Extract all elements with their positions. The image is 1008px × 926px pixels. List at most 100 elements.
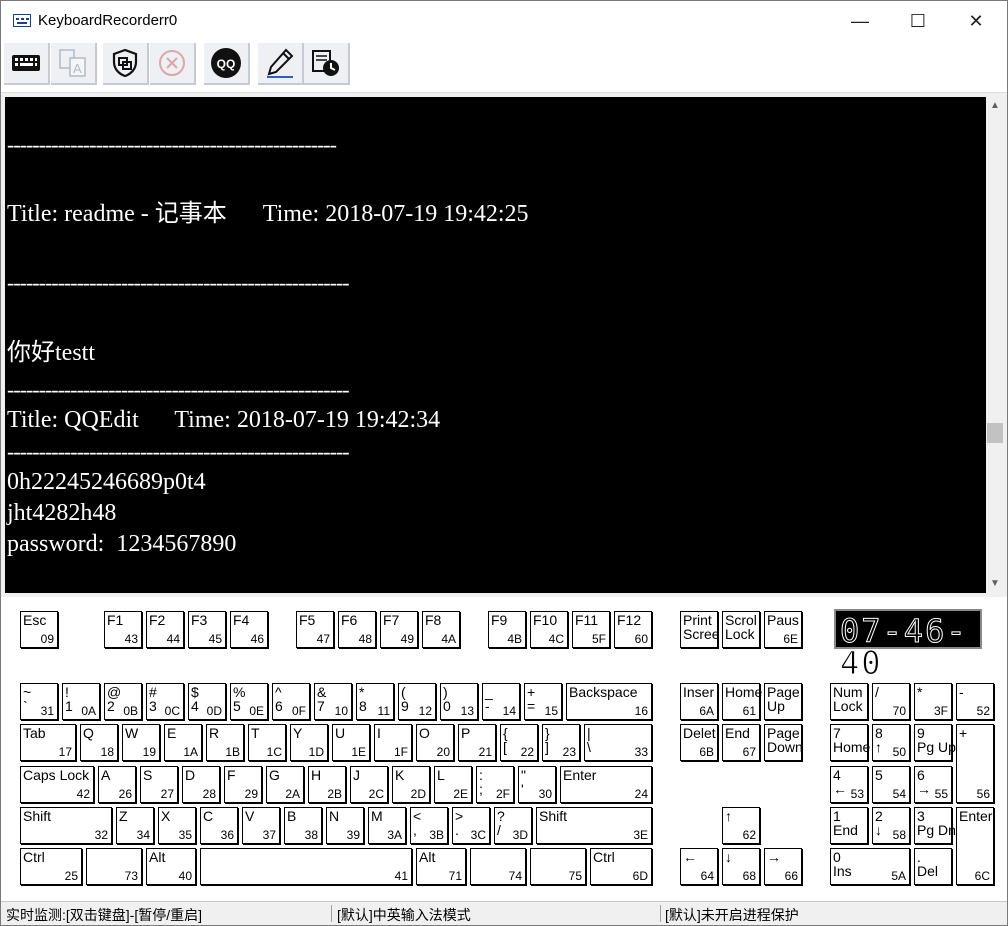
key-f10-4c[interactable]: F10 4C — [530, 611, 568, 648]
key-a-26[interactable]: A 26 — [98, 766, 136, 803]
key-f8-4a[interactable]: F8 4A — [422, 611, 460, 648]
qq-button[interactable]: QQ — [204, 43, 250, 85]
minimize-button[interactable]: — — [831, 1, 889, 41]
key-5-54[interactable]: 5 54 — [872, 766, 910, 803]
key-m-3a[interactable]: M 3A — [368, 807, 406, 844]
key-d-28[interactable]: D 28 — [182, 766, 220, 803]
key-blank-15[interactable]: + = 15 — [524, 683, 562, 720]
key-blank-33[interactable]: | \ 33 — [584, 724, 652, 761]
log-console[interactable]: ----------------------------------------… — [5, 97, 986, 593]
key-f2-44[interactable]: F2 44 — [146, 611, 184, 648]
title-bar[interactable]: KeyboardRecorderr0 — ☐ ✕ — [1, 1, 1007, 41]
scrollbar-thumb[interactable] — [987, 423, 1003, 443]
console-scrollbar[interactable]: ▲ ▼ — [986, 97, 1004, 593]
key-f1-43[interactable]: F1 43 — [104, 611, 142, 648]
key-8-50[interactable]: 8 ↑ 50 — [872, 724, 910, 761]
key-f4-46[interactable]: F4 46 — [230, 611, 268, 648]
key-f11-5f[interactable]: F11 5F — [572, 611, 610, 648]
key-f9-4b[interactable]: F9 4B — [488, 611, 526, 648]
key-blank-62[interactable]: ↑ 62 — [722, 807, 760, 844]
key-k-2d[interactable]: K 2D — [392, 766, 430, 803]
key-esc-09[interactable]: Esc 09 — [20, 611, 58, 648]
key-blank-66[interactable]: → 66 — [764, 848, 802, 885]
key-blank-75[interactable]: 75 — [530, 848, 586, 885]
key-page-down[interactable]: Page Down — [764, 724, 803, 761]
key-y-1d[interactable]: Y 1D — [290, 724, 328, 761]
key-inser-6a[interactable]: Inser 6A — [680, 683, 718, 720]
key-blank-31[interactable]: ~ ` 31 — [20, 683, 58, 720]
key-enter-24[interactable]: Enter 24 — [560, 766, 652, 803]
key-delet-6b[interactable]: Delet 6B — [680, 724, 718, 761]
key-blank-68[interactable]: ↓ 68 — [722, 848, 760, 885]
key-blank-64[interactable]: ← 64 — [680, 848, 718, 885]
key-g-2a[interactable]: G 2A — [266, 766, 304, 803]
key-0-13[interactable]: ) 0 13 — [440, 683, 478, 720]
key-blank-70[interactable]: / 70 — [872, 683, 910, 720]
key-blank-73[interactable]: 73 — [86, 848, 142, 885]
close-button[interactable]: ✕ — [947, 1, 1005, 41]
log-button[interactable] — [304, 43, 350, 85]
key-blank-56[interactable]: +56 — [956, 724, 994, 803]
key-num-lock[interactable]: Num Lock — [830, 683, 868, 720]
key-1-end[interactable]: 1 End — [830, 807, 868, 844]
key-2-0b[interactable]: @ 2 0B — [104, 683, 142, 720]
key-i-1f[interactable]: I 1F — [374, 724, 412, 761]
key-scrol-lock[interactable]: Scrol Lock — [722, 611, 760, 648]
key-h-2b[interactable]: H 2B — [308, 766, 346, 803]
key-del[interactable]: . Del — [914, 848, 952, 885]
key-alt-40[interactable]: Alt 40 — [146, 848, 196, 885]
key-1-0a[interactable]: ! 1 0A — [62, 683, 100, 720]
key-print-scree[interactable]: Print Scree — [680, 611, 720, 648]
key-9-12[interactable]: ( 9 12 — [398, 683, 436, 720]
key-caps-lock-42[interactable]: Caps Lock 42 — [20, 766, 94, 803]
key-x-35[interactable]: X 35 — [158, 807, 196, 844]
key-9-pg-up[interactable]: 9 Pg Up — [914, 724, 956, 761]
key-blank-3d[interactable]: ? / 3D — [494, 807, 532, 844]
keyboard-button[interactable] — [4, 43, 50, 85]
key-s-27[interactable]: S 27 — [140, 766, 178, 803]
key-p-21[interactable]: P 21 — [458, 724, 496, 761]
key-blank-3b[interactable]: < , 3B — [410, 807, 448, 844]
key-b-38[interactable]: B 38 — [284, 807, 322, 844]
key-blank-30[interactable]: " ' 30 — [518, 766, 556, 803]
key-v-37[interactable]: V 37 — [242, 807, 280, 844]
key-blank-74[interactable]: 74 — [470, 848, 526, 885]
key-shift-32[interactable]: Shift 32 — [20, 807, 112, 844]
key-end-67[interactable]: End 67 — [722, 724, 760, 761]
key-blank-14[interactable]: _ - 14 — [482, 683, 520, 720]
key-backspace-16[interactable]: Backspace 16 — [566, 683, 652, 720]
key-7-home[interactable]: 7 Home — [830, 724, 870, 761]
virtual-keyboard[interactable]: 07-46-40 Esc 09 F1 43 F2 44 F3 45 F4 46 F5 47 F6 48 F7… — [1, 597, 1007, 901]
key-o-20[interactable]: O 20 — [416, 724, 454, 761]
key-6-0f[interactable]: ^ 6 0F — [272, 683, 310, 720]
key-ctrl-25[interactable]: Ctrl 25 — [20, 848, 82, 885]
key-z-34[interactable]: Z 34 — [116, 807, 154, 844]
key-t-1c[interactable]: T 1C — [248, 724, 286, 761]
key-shift-3e[interactable]: Shift 3E — [536, 807, 652, 844]
key-enter-6c[interactable]: Enter 6C — [956, 807, 994, 885]
key-alt-71[interactable]: Alt 71 — [416, 848, 466, 885]
key-w-19[interactable]: W 19 — [122, 724, 160, 761]
key-blank-41[interactable]: 41 — [200, 848, 412, 885]
key-n-39[interactable]: N 39 — [326, 807, 364, 844]
key-home-61[interactable]: Home 61 — [722, 683, 762, 720]
key-blank-23[interactable]: } ] 23 — [542, 724, 580, 761]
key-blank-3c[interactable]: > . 3C — [452, 807, 490, 844]
key-j-2c[interactable]: J 2C — [350, 766, 388, 803]
key-e-1a[interactable]: E 1A — [164, 724, 202, 761]
key-f7-49[interactable]: F7 49 — [380, 611, 418, 648]
key-3-0c[interactable]: # 3 0C — [146, 683, 184, 720]
key-f3-45[interactable]: F3 45 — [188, 611, 226, 648]
key-8-11[interactable]: * 8 11 — [356, 683, 394, 720]
key-0-ins-5a[interactable]: 0 Ins 5A — [830, 848, 910, 885]
key-7-10[interactable]: & 7 10 — [314, 683, 352, 720]
key-tab-17[interactable]: Tab 17 — [20, 724, 76, 761]
key-f6-48[interactable]: F6 48 — [338, 611, 376, 648]
key-4-0d[interactable]: $ 4 0D — [188, 683, 226, 720]
maximize-button[interactable]: ☐ — [889, 1, 947, 41]
key-4-53[interactable]: 4 ← 53 — [830, 766, 868, 803]
key-f-29[interactable]: F 29 — [224, 766, 262, 803]
key-blank-22[interactable]: { [22 — [500, 724, 538, 761]
key-paus-6e[interactable]: Paus 6E — [764, 611, 802, 648]
key-l-2e[interactable]: L 2E — [434, 766, 472, 803]
